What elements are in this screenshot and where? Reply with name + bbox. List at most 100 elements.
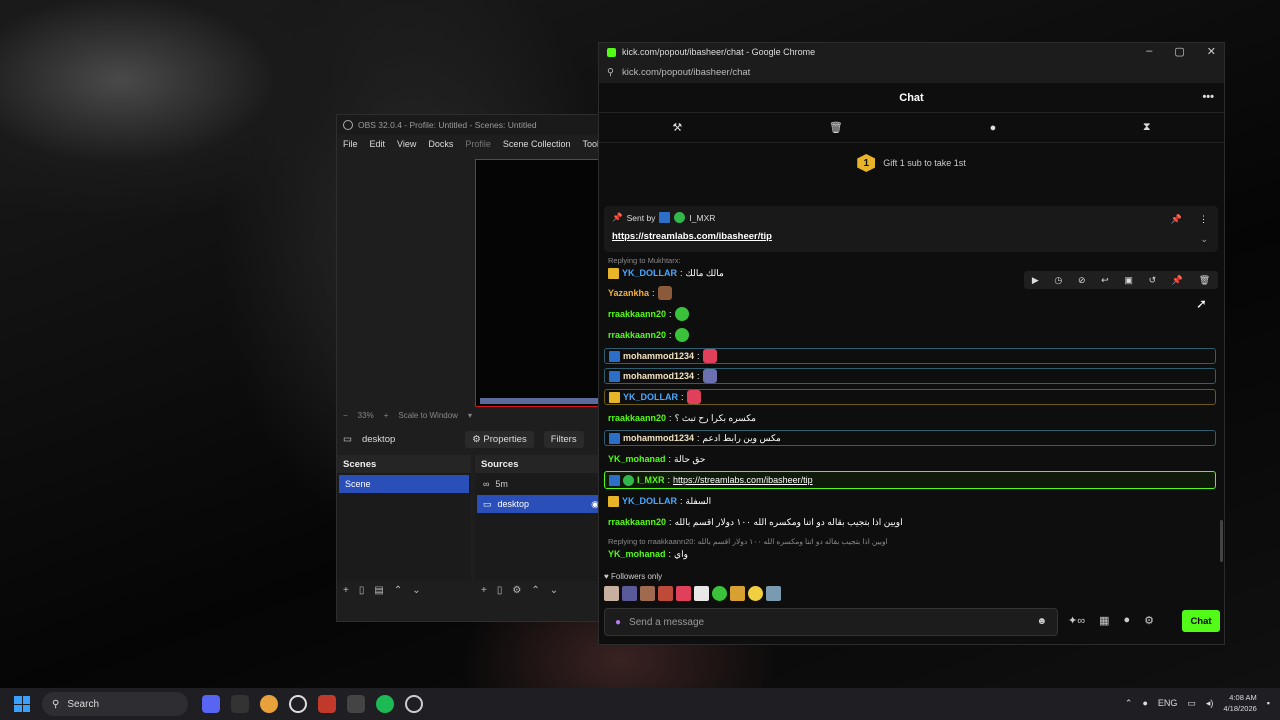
unpin-icon[interactable]: 📌: [1171, 214, 1182, 225]
chrome-titlebar[interactable]: kick.com/popout/ibasheer/chat - Google C…: [599, 43, 1224, 61]
emote-icon[interactable]: [658, 586, 673, 601]
move-up-icon[interactable]: ⌃: [394, 585, 402, 596]
chat-message[interactable]: YK_DOLLAR:: [604, 389, 1216, 405]
message-input[interactable]: ● Send a message ☻: [604, 608, 1058, 636]
hammer-icon[interactable]: ⚒: [672, 121, 682, 134]
site-info-icon[interactable]: ⚲: [607, 67, 614, 78]
notification-icon[interactable]: ▪: [1267, 698, 1270, 708]
menu-edit[interactable]: Edit: [370, 139, 386, 149]
app-icon[interactable]: [405, 695, 423, 713]
remove-source-icon[interactable]: ▯: [497, 585, 503, 596]
chevron-up-icon[interactable]: ⌃: [1125, 698, 1133, 709]
username[interactable]: rraakkaann20: [608, 309, 666, 319]
obs-titlebar[interactable]: OBS 32.0.4 - Profile: Untitled - Scenes:…: [337, 115, 605, 135]
chat-message[interactable]: YK_DOLLAR: السفلة: [604, 493, 1216, 509]
taskbar-search[interactable]: ⚲ Search: [42, 692, 188, 716]
input-placeholder[interactable]: Send a message: [629, 617, 704, 628]
username[interactable]: rraakkaann20: [608, 330, 666, 340]
menu-profile[interactable]: Profile: [465, 139, 491, 149]
kicks-icon[interactable]: ✦∞: [1068, 614, 1085, 627]
send-chat-button[interactable]: Chat: [1182, 610, 1220, 632]
network-icon[interactable]: ▭: [1187, 698, 1196, 709]
scale-mode[interactable]: Scale to Window: [398, 411, 458, 420]
pinned-user[interactable]: I_MXR: [689, 213, 715, 223]
source-item-5m[interactable]: ∞ 5m: [477, 475, 605, 493]
emote-icon[interactable]: [622, 586, 637, 601]
message-link[interactable]: https://streamlabs.com/ibasheer/tip: [673, 475, 813, 485]
language-indicator[interactable]: ENG: [1158, 698, 1178, 708]
trash-icon[interactable]: 🗑: [829, 121, 843, 134]
add-source-icon[interactable]: +: [481, 585, 487, 596]
app-icon[interactable]: [318, 695, 336, 713]
source-settings-icon[interactable]: ⚙: [512, 585, 521, 596]
properties-button[interactable]: ⚙ Properties: [465, 430, 534, 448]
chat-message[interactable]: mohammod1234: مكس وين رابط ادعم: [604, 430, 1216, 446]
source-item-desktop[interactable]: ▭ desktop ◉: [477, 495, 605, 513]
pinned-link[interactable]: https://streamlabs.com/ibasheer/tip: [612, 231, 1210, 242]
remove-scene-icon[interactable]: ▯: [359, 585, 365, 596]
username[interactable]: rraakkaann20: [608, 413, 666, 423]
menu-scene-collection[interactable]: Scene Collection: [503, 139, 571, 149]
chat-message[interactable]: rraakkaann20: مكسره بكرا رح تبث ؟: [604, 410, 1216, 426]
menu-view[interactable]: View: [397, 139, 416, 149]
move-down-icon[interactable]: ⌄: [412, 585, 420, 596]
microphone-icon[interactable]: ●: [615, 617, 621, 628]
emote-icon[interactable]: [712, 586, 727, 601]
chat-message[interactable]: Yazankha:: [604, 285, 1216, 301]
username[interactable]: mohammod1234: [623, 351, 694, 361]
username[interactable]: I_MXR: [637, 475, 665, 485]
spotify-icon[interactable]: [376, 695, 394, 713]
username[interactable]: Yazankha: [608, 288, 649, 298]
app-icon[interactable]: [289, 695, 307, 713]
emote-icon[interactable]: [748, 586, 763, 601]
pinned-menu-icon[interactable]: ⋮: [1199, 214, 1208, 225]
chat-message[interactable]: YK_mohanad: واي: [604, 546, 1216, 562]
scene-filters-icon[interactable]: ▤: [374, 585, 383, 596]
more-options-icon[interactable]: •••: [1202, 91, 1214, 103]
emote-icon[interactable]: [766, 586, 781, 601]
chat-scrollbar[interactable]: [1220, 520, 1223, 562]
username[interactable]: YK_DOLLAR: [622, 496, 677, 506]
filters-button[interactable]: Filters: [543, 430, 584, 448]
emote-icon[interactable]: [604, 586, 619, 601]
zoom-minus-icon[interactable]: −: [343, 411, 348, 420]
hourglass-icon[interactable]: ⧗: [1143, 121, 1151, 134]
menu-file[interactable]: File: [343, 139, 358, 149]
username[interactable]: YK_mohanad: [608, 454, 666, 464]
move-up-icon[interactable]: ⌃: [531, 585, 539, 596]
chat-bubble-icon[interactable]: ●: [990, 122, 997, 134]
clock[interactable]: 4:08 AM 4/18/2026: [1223, 692, 1256, 714]
address-text[interactable]: kick.com/popout/ibasheer/chat: [622, 67, 750, 78]
username[interactable]: YK_mohanad: [608, 549, 666, 559]
emote-icon[interactable]: [730, 586, 745, 601]
username[interactable]: mohammod1234: [623, 371, 694, 381]
pinned-message[interactable]: 📌 Sent by I_MXR https://streamlabs.com/i…: [604, 206, 1218, 252]
chat-message[interactable]: mohammod1234:: [604, 368, 1216, 384]
obs-preview[interactable]: [475, 159, 607, 407]
move-down-icon[interactable]: ⌄: [550, 585, 558, 596]
chat-message[interactable]: rraakkaann20: اويين اذا بتجيب بقاله دو ا…: [604, 514, 1216, 530]
chevron-down-icon[interactable]: ⌄: [1200, 234, 1208, 245]
obs-app-icon[interactable]: [231, 695, 249, 713]
address-bar[interactable]: ⚲ kick.com/popout/ibasheer/chat: [599, 61, 1224, 83]
emote-icon[interactable]: [694, 586, 709, 601]
maximize-icon[interactable]: ▢: [1174, 45, 1184, 58]
username[interactable]: rraakkaann20: [608, 517, 666, 527]
store-icon[interactable]: ▦: [1099, 614, 1109, 627]
settings-icon[interactable]: ⚙: [1144, 614, 1154, 627]
discord-icon[interactable]: [202, 695, 220, 713]
chat-message[interactable]: rraakkaann20:: [604, 306, 1216, 322]
username[interactable]: YK_DOLLAR: [623, 392, 678, 402]
chat-message[interactable]: YK_DOLLAR: مالك مالك: [604, 265, 1216, 281]
chat-message[interactable]: rraakkaann20:: [604, 327, 1216, 343]
emote-icon[interactable]: [676, 586, 691, 601]
chat-message[interactable]: YK_mohanad: حق حالة: [604, 451, 1216, 467]
chat-message-highlighted[interactable]: I_MXR: https://streamlabs.com/ibasheer/t…: [604, 471, 1216, 489]
menu-docks[interactable]: Docks: [428, 139, 453, 149]
username[interactable]: mohammod1234: [623, 433, 694, 443]
minimize-icon[interactable]: –: [1146, 45, 1152, 58]
windows-start-icon[interactable]: [14, 696, 30, 712]
add-scene-icon[interactable]: +: [343, 585, 349, 596]
chrome-icon[interactable]: [260, 695, 278, 713]
scale-dropdown-icon[interactable]: ▾: [468, 411, 472, 420]
